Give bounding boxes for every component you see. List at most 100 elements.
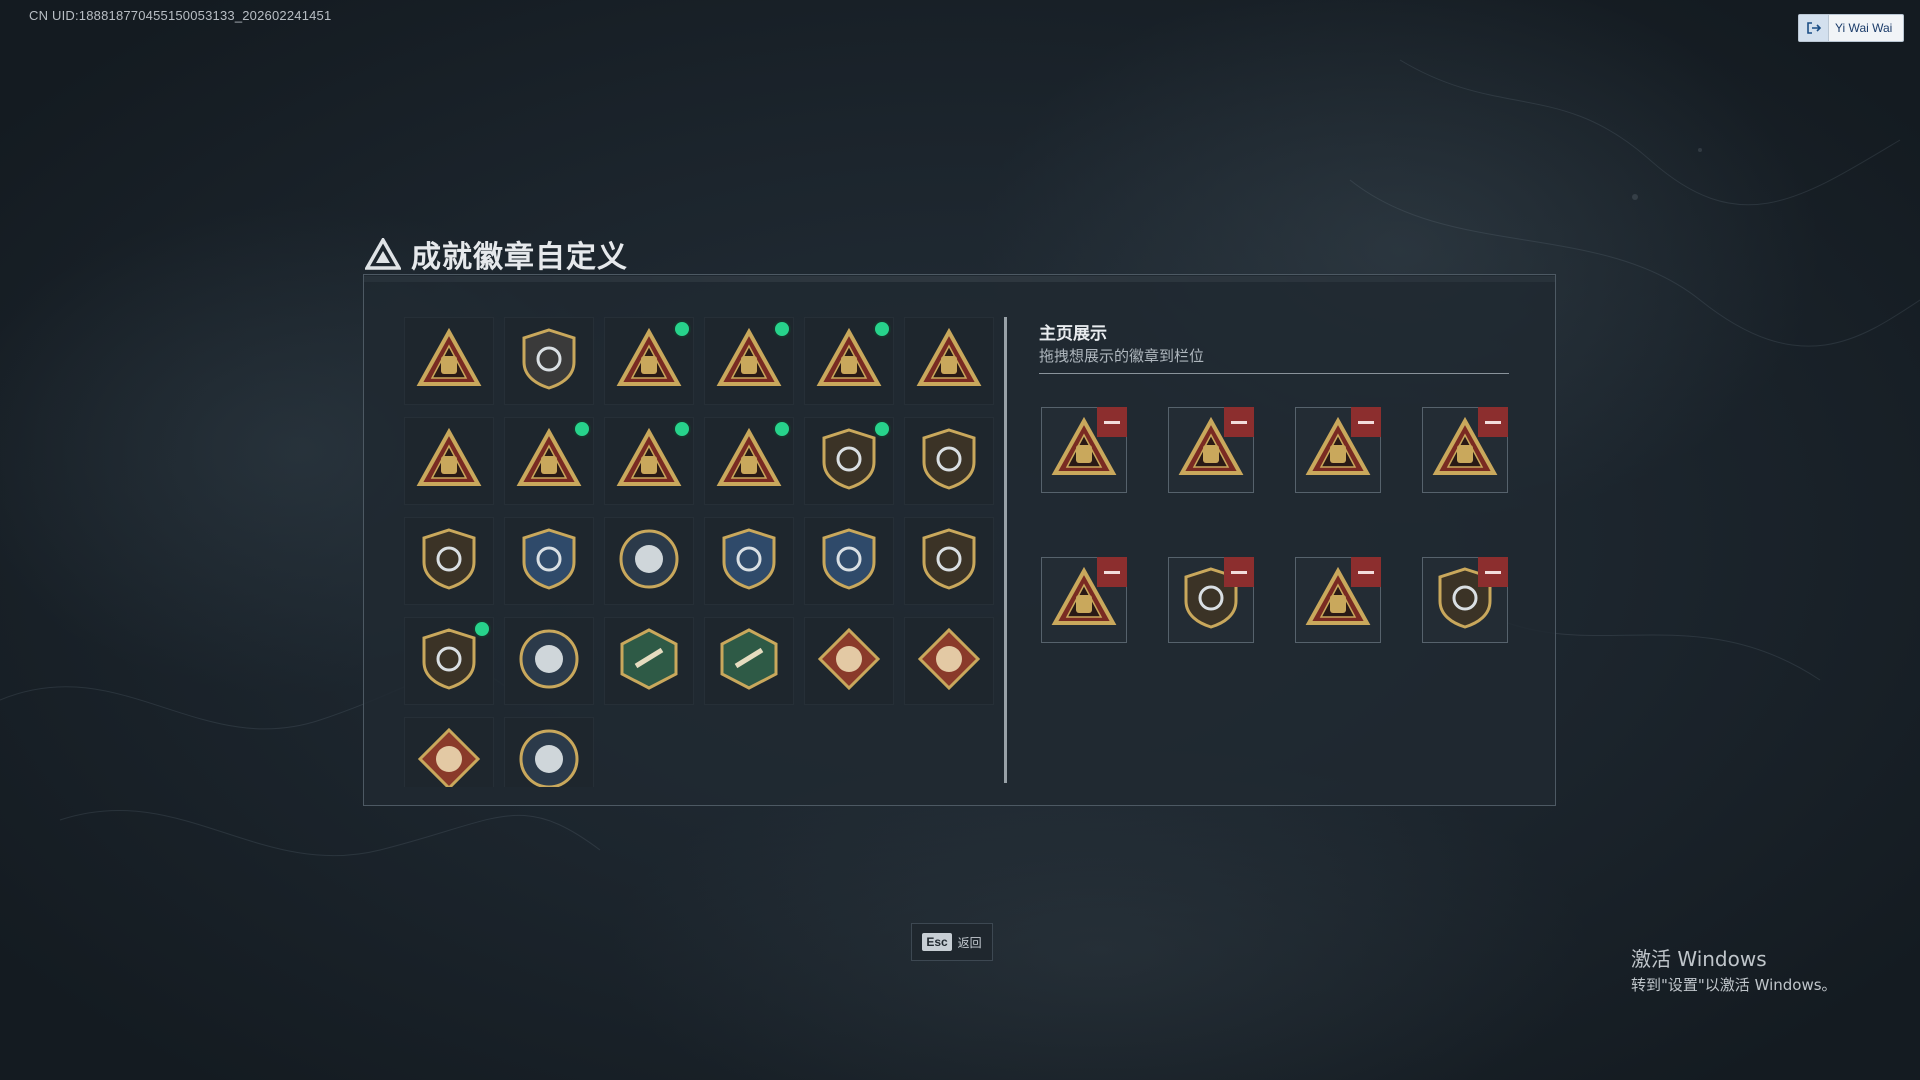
new-indicator-dot xyxy=(575,422,589,436)
remove-badge-button[interactable] xyxy=(1224,407,1254,437)
inventory-badge-slot[interactable] xyxy=(504,617,594,705)
inventory-badge-slot[interactable] xyxy=(504,317,594,405)
user-name: Yi Wai Wai xyxy=(1835,21,1893,35)
panel-divider xyxy=(1004,317,1007,783)
showcase-slot[interactable] xyxy=(1168,557,1254,643)
back-label: 返回 xyxy=(957,935,982,950)
inventory-badge-slot[interactable] xyxy=(604,317,694,405)
new-indicator-dot xyxy=(675,422,689,436)
new-indicator-dot xyxy=(875,322,889,336)
user-account-chip[interactable]: Yi Wai Wai xyxy=(1798,14,1904,42)
inventory-badge-slot[interactable] xyxy=(904,617,994,705)
season-s6-badge-icon xyxy=(816,326,882,396)
weapon-hex-badge-icon xyxy=(716,626,782,696)
inventory-badge-slot[interactable] xyxy=(804,517,894,605)
badge-customize-panel: 主页展示 拖拽想展示的徽章到栏位 xyxy=(363,274,1556,806)
minus-icon xyxy=(1485,420,1501,424)
esc-key-hint: Esc xyxy=(922,933,952,951)
logout-icon[interactable] xyxy=(1799,15,1829,41)
showcase-slots xyxy=(1041,407,1508,643)
showcase-slot[interactable] xyxy=(1422,557,1508,643)
crest-blue-badge-icon xyxy=(516,526,582,596)
minus-icon xyxy=(1358,420,1374,424)
back-button[interactable]: Esc 返回 xyxy=(911,923,993,961)
inventory-badge-slot[interactable] xyxy=(904,517,994,605)
inventory-badge-slot[interactable] xyxy=(704,317,794,405)
dialog-header: 成就徽章自定义 xyxy=(365,232,628,276)
crest-gold-badge-icon xyxy=(416,526,482,596)
rank-1-badge-icon xyxy=(416,426,482,496)
remove-badge-button[interactable] xyxy=(1224,557,1254,587)
new-indicator-dot xyxy=(475,622,489,636)
user-id-label: CN UID:1888187704551500531​33_2026022414… xyxy=(29,8,332,23)
remove-badge-button[interactable] xyxy=(1351,407,1381,437)
sniper-circle-badge-icon xyxy=(616,526,682,596)
inventory-badge-slot[interactable] xyxy=(504,417,594,505)
inventory-badge-slot[interactable] xyxy=(904,317,994,405)
minus-icon xyxy=(1358,570,1374,574)
remove-badge-button[interactable] xyxy=(1351,557,1381,587)
activation-title: 激活 Windows xyxy=(1631,947,1767,971)
dialog-title: 成就徽章自定义 xyxy=(411,240,628,275)
game-logo-icon xyxy=(365,238,401,270)
showcase-slot[interactable] xyxy=(1295,407,1381,493)
inventory-badge-slot[interactable] xyxy=(404,617,494,705)
inventory-badge-slot[interactable] xyxy=(604,417,694,505)
wolf-circle-badge-icon xyxy=(516,726,582,787)
minus-icon xyxy=(1231,570,1247,574)
remove-badge-button[interactable] xyxy=(1478,557,1508,587)
remove-badge-button[interactable] xyxy=(1097,557,1127,587)
showcase-subtitle: 拖拽想展示的徽章到栏位 xyxy=(1039,347,1205,365)
inventory-badge-slot[interactable] xyxy=(704,617,794,705)
helicopter-badge-icon xyxy=(516,326,582,396)
soldier-triangle-badge-icon xyxy=(616,426,682,496)
minus-icon xyxy=(1485,570,1501,574)
inventory-badge-slot[interactable] xyxy=(804,317,894,405)
runner-diamond-badge-icon xyxy=(416,726,482,787)
inventory-badge-slot[interactable] xyxy=(604,617,694,705)
star-wreath-badge-icon xyxy=(816,426,882,496)
rocket-triangle-badge-icon xyxy=(716,426,782,496)
dragon-diamond-2-badge-icon xyxy=(916,626,982,696)
inventory-badge-slot[interactable] xyxy=(404,717,494,787)
inventory-badge-slot[interactable] xyxy=(704,417,794,505)
inventory-badge-slot[interactable] xyxy=(804,617,894,705)
rifles-crest-badge-icon xyxy=(416,626,482,696)
new-indicator-dot xyxy=(675,322,689,336)
remove-badge-button[interactable] xyxy=(1478,407,1508,437)
activation-hint: 转到"设置"以激活 Windows。 xyxy=(1631,976,1837,994)
inventory-badge-slot[interactable] xyxy=(404,417,494,505)
target-shield-badge-icon xyxy=(716,526,782,596)
inventory-badge-slot[interactable] xyxy=(404,317,494,405)
showcase-divider xyxy=(1039,373,1509,374)
season-s8-badge-icon xyxy=(916,326,982,396)
inventory-badge-slot[interactable] xyxy=(504,517,594,605)
shield-triangle-badge-icon xyxy=(416,326,482,396)
showcase-slot[interactable] xyxy=(1422,407,1508,493)
new-indicator-dot xyxy=(775,322,789,336)
minus-icon xyxy=(1231,420,1247,424)
inventory-badge-slot[interactable] xyxy=(804,417,894,505)
inventory-badge-slot[interactable] xyxy=(904,417,994,505)
season-s4-badge-icon xyxy=(616,326,682,396)
inventory-badge-slot[interactable] xyxy=(404,517,494,605)
wasp-hex-badge-icon xyxy=(616,626,682,696)
badge-inventory-grid[interactable] xyxy=(404,317,1004,787)
inventory-badge-slot[interactable] xyxy=(704,517,794,605)
season-s5-badge-icon xyxy=(716,326,782,396)
showcase-slot[interactable] xyxy=(1041,407,1127,493)
inventory-badge-slot[interactable] xyxy=(604,517,694,605)
remove-badge-button[interactable] xyxy=(1097,407,1127,437)
showcase-slot[interactable] xyxy=(1295,557,1381,643)
chevron-shield-badge-icon xyxy=(916,426,982,496)
new-indicator-dot xyxy=(875,422,889,436)
showcase-slot[interactable] xyxy=(1041,557,1127,643)
supply-crate-badge-icon xyxy=(516,426,582,496)
new-indicator-dot xyxy=(775,422,789,436)
compass-shield-badge-icon xyxy=(916,526,982,596)
showcase-slot[interactable] xyxy=(1168,407,1254,493)
minus-icon xyxy=(1104,420,1120,424)
eagle-circle-badge-icon xyxy=(516,626,582,696)
windows-activation-watermark: 激活 Windows 转到"设置"以激活 Windows。 xyxy=(1631,943,1837,995)
inventory-badge-slot[interactable] xyxy=(504,717,594,787)
